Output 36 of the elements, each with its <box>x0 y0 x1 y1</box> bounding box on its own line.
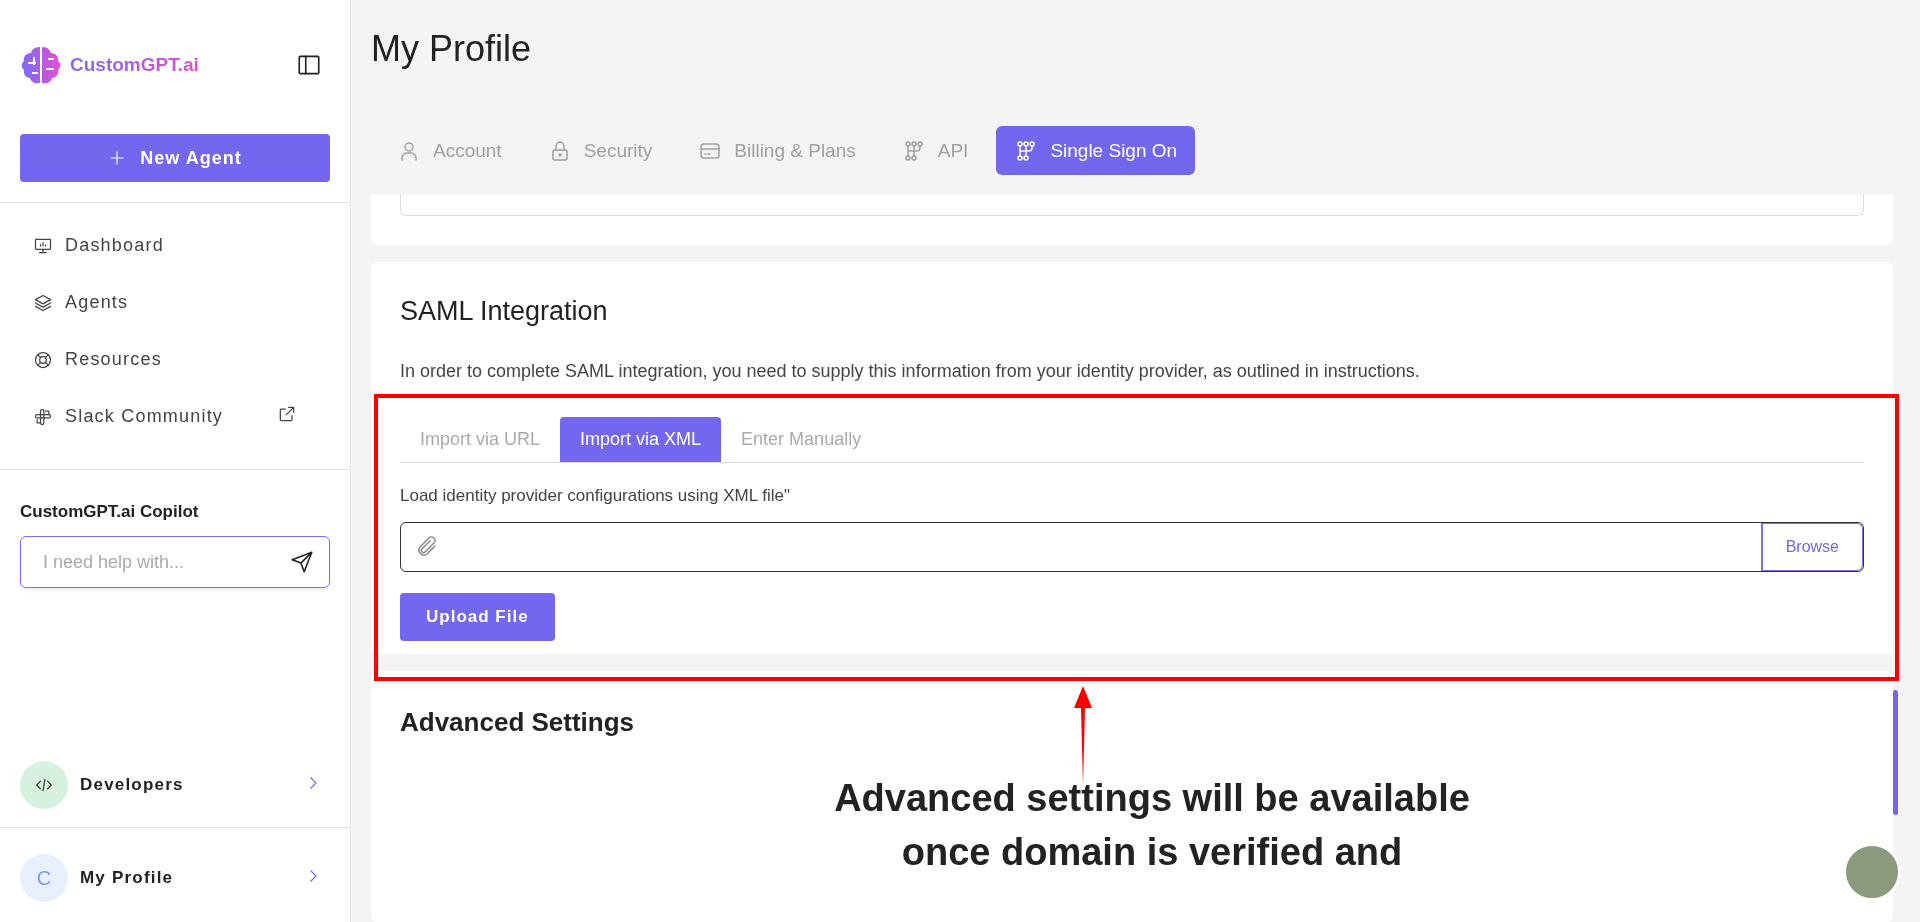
profile-tab[interactable]: Single Sign On <box>996 126 1196 175</box>
slack-icon <box>33 406 53 427</box>
section-description: In order to complete SAML integration, you need to supply this information from your identity provider, as outlined in instructions. <box>400 360 1421 382</box>
page-title: My Profile <box>371 28 533 71</box>
import-tab[interactable]: Import via XML <box>560 416 722 462</box>
send-icon <box>289 549 315 575</box>
brain-logo-icon <box>20 45 62 85</box>
avatar-initial: C <box>20 854 68 902</box>
copilot-input-field[interactable]: I need help with... <box>41 550 289 574</box>
annotation-text: once domain is verified and <box>901 830 1403 876</box>
profile-tab[interactable]: Account <box>379 126 520 175</box>
section-title: Advanced Settings <box>400 707 635 739</box>
import-tab[interactable]: Import via URL <box>400 416 561 462</box>
layers-icon <box>33 292 53 313</box>
field-hint: Load identity provider configurations using XML file" <box>400 485 791 506</box>
annotation-text: Advanced settings will be available <box>834 776 1470 822</box>
profile-tab[interactable]: API <box>883 126 987 175</box>
nav-link[interactable]: Dashboard <box>65 235 164 256</box>
browse-button[interactable]: Browse <box>1760 522 1863 571</box>
nav-link[interactable]: Agents <box>65 292 129 313</box>
file-input-field[interactable]: Browse <box>400 521 1864 572</box>
menu-link[interactable]: Developers <box>80 775 292 795</box>
copilot-field[interactable]: I need help with... <box>20 536 330 588</box>
nav-link[interactable]: Resources <box>65 349 162 370</box>
copilot-title: CustomGPT.ai Copilot <box>19 501 200 523</box>
profile-tab[interactable]: Security <box>529 126 671 175</box>
nav-link[interactable]: Slack Community <box>65 406 224 427</box>
new-agent-button[interactable]: New Agent <box>20 134 330 182</box>
import-tab[interactable]: Enter Manually <box>721 416 882 462</box>
menu-link[interactable]: My Profile <box>80 868 292 888</box>
lifebuoy-icon <box>33 349 53 370</box>
section-title: SAML Integration <box>400 295 609 327</box>
upload-file-button[interactable]: Upload File <box>400 592 555 641</box>
profile-tab[interactable]: Billing & Plans <box>680 126 874 175</box>
paperclip-icon <box>415 534 439 559</box>
scrollbar-thumb[interactable] <box>1893 690 1898 815</box>
